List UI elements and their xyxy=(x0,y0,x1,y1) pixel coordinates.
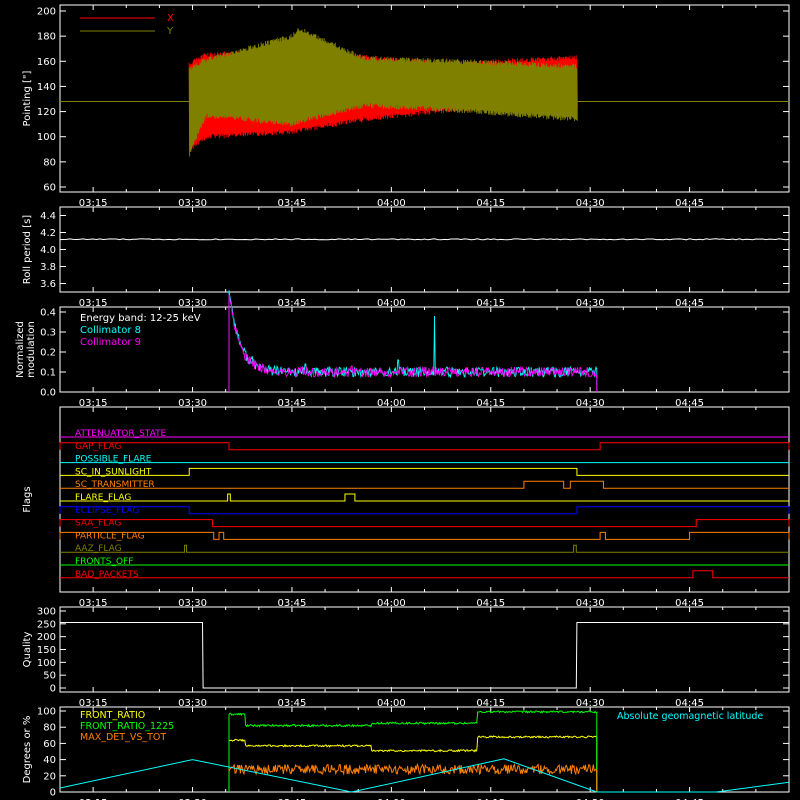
y-tick-label: 0.3 xyxy=(40,328,56,339)
legend-collimator-9-label: Collimator 9 xyxy=(80,337,141,348)
y-tick-label: 0.1 xyxy=(40,368,56,379)
flag-trace-aaz-flag xyxy=(60,544,789,553)
y-tick-label: 250 xyxy=(37,619,56,630)
y-tick-label: 0.2 xyxy=(40,348,56,359)
plot-frame xyxy=(59,606,790,693)
y-tick-label: 4.0 xyxy=(40,245,56,256)
y-tick-label: 140 xyxy=(37,82,56,93)
y-tick-label: 160 xyxy=(37,57,56,68)
legend-front-ratio-1225-label: FRONT_RATIO_1225 xyxy=(80,721,174,732)
y-tick-label: 50 xyxy=(43,671,56,682)
plot-frame xyxy=(59,206,790,293)
roll-period-line xyxy=(59,238,790,241)
chart-canvas: 03:15 03:30 03:45 04:00 04:15 04:30 04:4560801… xyxy=(15,4,790,800)
y-tick-label: 100 xyxy=(37,132,56,143)
y-tick-label: 40 xyxy=(43,755,56,766)
y-tick-label: 300 xyxy=(37,607,56,618)
y-axis-label: Pointing ["] xyxy=(22,70,33,126)
y-tick-label: 4.4 xyxy=(40,211,56,222)
series-y-line xyxy=(188,27,578,157)
y-tick-label: 20 xyxy=(43,771,56,782)
y-tick-label: 0 xyxy=(50,684,56,695)
y-tick-label: 4.2 xyxy=(40,228,56,239)
y-tick-label: 80 xyxy=(43,723,56,734)
y-tick-label: 100 xyxy=(37,658,56,669)
panel-1: 03:15 03:30 03:45 04:00 04:15 04:30 04:4560801… xyxy=(22,4,790,209)
y-axis-label: modulation xyxy=(26,321,37,378)
y-tick-label: 60 xyxy=(43,183,56,194)
legend-front-ratio-label: FRONT_RATIO xyxy=(80,710,145,721)
panel-6: 03:1503:3003:4504:0004:1504:3004:4502040… xyxy=(22,706,790,800)
energy-band-annotation: Energy band: 12-25 keV xyxy=(80,313,201,324)
y-tick-label: 0.0 xyxy=(40,388,56,399)
panel-2: 03:15 03:30 03:45 04:00 04:15 04:30 04:453.63.… xyxy=(22,206,790,309)
y-tick-label: 200 xyxy=(37,632,56,643)
y-tick-label: 200 xyxy=(37,7,56,18)
y-axis-label: Normalized xyxy=(15,321,26,378)
flag-trace-sc-transmitter xyxy=(60,480,789,489)
legend-geomagnetic-latitude-label: Absolute geomagnetic latitude xyxy=(617,711,763,722)
y-tick-label: 3.8 xyxy=(40,262,56,273)
y-tick-label: 60 xyxy=(43,739,56,750)
flag-trace-eclipse-flag xyxy=(59,506,790,515)
series-absolute-geomagnetic-latitude-line xyxy=(59,758,790,793)
flag-trace-sc-in-sunlight xyxy=(60,467,789,476)
y-tick-label: 3.6 xyxy=(40,279,56,290)
y-tick-label: 100 xyxy=(37,707,56,718)
y-axis-label: Flags xyxy=(22,486,33,512)
series-front-ratio-line xyxy=(228,735,598,793)
series-front-ratio-1225-line xyxy=(228,709,598,793)
y-tick-label: 0 xyxy=(50,788,56,799)
flag-trace-gap-flag xyxy=(59,442,790,451)
y-axis-label: Degrees or % xyxy=(22,716,33,784)
plot-frame xyxy=(59,406,790,593)
y-tick-label: 180 xyxy=(37,32,56,43)
legend-x-label: X xyxy=(167,13,174,24)
panel-5: 03:15 03:30 03:45 04:00 04:15 04:30 04:4505010… xyxy=(22,606,790,709)
flag-trace-flare-flag xyxy=(60,493,789,502)
flag-trace-particle-flag xyxy=(59,531,790,540)
flag-trace-saa-flag xyxy=(59,519,790,528)
flag-trace-bad-packets xyxy=(60,570,789,579)
y-tick-label: 0.4 xyxy=(40,308,56,319)
y-tick-label: 150 xyxy=(37,645,56,656)
legend-collimator-8-label: Collimator 8 xyxy=(80,325,141,336)
legend-y-label: Y xyxy=(166,26,174,37)
legend-max-det-vs-tot-label: MAX_DET_VS_TOT xyxy=(80,732,166,743)
quality-line xyxy=(60,622,789,689)
y-axis-label: Roll period [s] xyxy=(22,215,33,284)
y-tick-label: 120 xyxy=(37,107,56,118)
panel-4: 03:15 03:30 03:45 04:00 04:15 04:30 04:45Flags… xyxy=(22,406,790,609)
y-tick-label: 80 xyxy=(43,157,56,168)
y-axis-label: Quality xyxy=(22,632,33,668)
